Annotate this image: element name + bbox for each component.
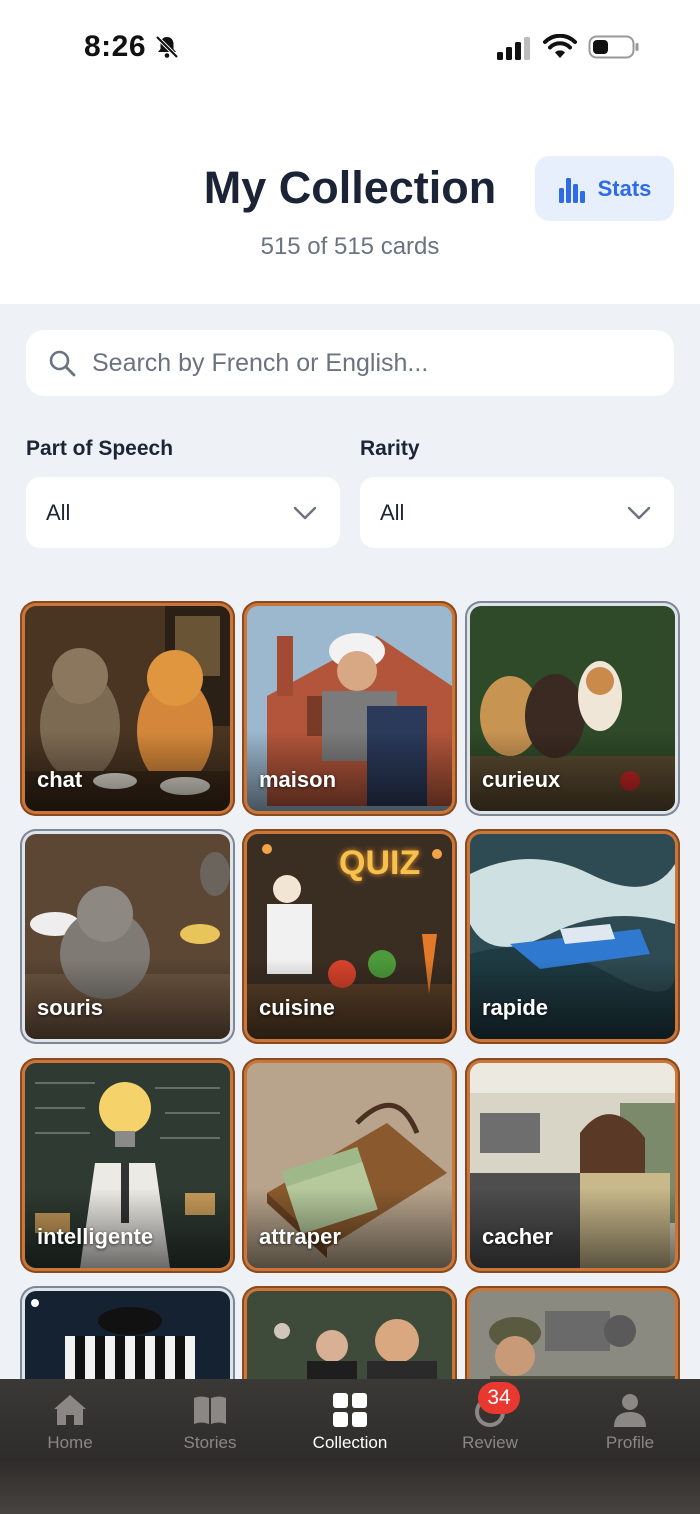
home-icon bbox=[54, 1395, 86, 1425]
card-count: 515 of 515 cards bbox=[260, 233, 440, 260]
tab-home[interactable]: Home bbox=[0, 1391, 140, 1461]
card-word: cuisine bbox=[259, 995, 335, 1020]
part-of-speech-value: All bbox=[46, 499, 71, 525]
card-illustration: QUIZ cuisine bbox=[247, 834, 452, 1039]
card-illustration: curieux bbox=[470, 606, 675, 811]
card-word: intelligente bbox=[37, 1224, 154, 1249]
card-word: attraper bbox=[259, 1224, 341, 1249]
card-illustration: intelligente bbox=[25, 1063, 230, 1268]
vocab-card-souris[interactable]: souris bbox=[20, 829, 235, 1044]
card-word: cacher bbox=[482, 1224, 553, 1249]
rarity-label: Rarity bbox=[360, 437, 420, 460]
card-illustration: attraper bbox=[247, 1063, 452, 1268]
card-word: rapide bbox=[482, 995, 549, 1020]
card-illustration: rapide bbox=[470, 834, 675, 1039]
stats-button[interactable]: Stats bbox=[535, 156, 674, 221]
signal-icon bbox=[497, 37, 530, 60]
header: My Collection 515 of 515 cards Stats bbox=[0, 96, 700, 304]
wifi-icon bbox=[543, 34, 577, 58]
card-illustration: cacher bbox=[470, 1063, 675, 1268]
card-illustration: chat bbox=[25, 606, 230, 811]
tab-bar: Home Stories Collection Review Profile bbox=[0, 1379, 700, 1514]
tab-stories[interactable]: Stories bbox=[140, 1391, 280, 1461]
vocab-card-rapide[interactable]: rapide bbox=[465, 829, 680, 1044]
vocab-card-attraper[interactable]: attraper bbox=[242, 1058, 457, 1273]
battery-icon bbox=[588, 35, 639, 59]
card-illustration: maison bbox=[247, 606, 452, 811]
part-of-speech-select[interactable]: All bbox=[26, 477, 340, 548]
search-icon bbox=[49, 350, 76, 377]
vocab-card-maison[interactable]: maison bbox=[242, 601, 457, 816]
card-word: chat bbox=[37, 767, 83, 792]
book-icon bbox=[194, 1396, 226, 1424]
vocab-card-chat[interactable]: chat bbox=[20, 601, 235, 816]
review-count-badge: 34 bbox=[478, 1382, 520, 1414]
search-box[interactable] bbox=[26, 330, 674, 396]
chevron-down-icon bbox=[293, 506, 317, 519]
card-word: curieux bbox=[482, 767, 561, 792]
tab-collection[interactable]: Collection bbox=[280, 1391, 420, 1461]
vocab-card-cuisine[interactable]: QUIZ cuisine bbox=[242, 829, 457, 1044]
status-bar: 8:26 bbox=[0, 0, 700, 96]
bar-chart-icon bbox=[558, 177, 585, 203]
rarity-value: All bbox=[380, 499, 405, 525]
card-word: souris bbox=[37, 995, 104, 1020]
vocab-card-intelligente[interactable]: intelligente bbox=[20, 1058, 235, 1273]
quiz-sign: QUIZ bbox=[339, 844, 421, 882]
status-time: 8:26 bbox=[84, 30, 147, 63]
card-illustration: souris bbox=[25, 834, 230, 1039]
chevron-down-icon bbox=[627, 506, 651, 519]
bell-off-icon bbox=[155, 35, 179, 59]
person-icon bbox=[614, 1394, 646, 1427]
card-word: maison bbox=[259, 767, 337, 792]
part-of-speech-label: Part of Speech bbox=[26, 437, 174, 460]
rarity-select[interactable]: All bbox=[360, 477, 674, 548]
search-input[interactable] bbox=[92, 348, 652, 378]
stats-button-label: Stats bbox=[597, 175, 652, 201]
grid-icon bbox=[333, 1393, 367, 1427]
vocab-card-curieux[interactable]: curieux bbox=[465, 601, 680, 816]
tab-profile[interactable]: Profile bbox=[560, 1391, 700, 1461]
vocab-card-cacher[interactable]: cacher bbox=[465, 1058, 680, 1273]
